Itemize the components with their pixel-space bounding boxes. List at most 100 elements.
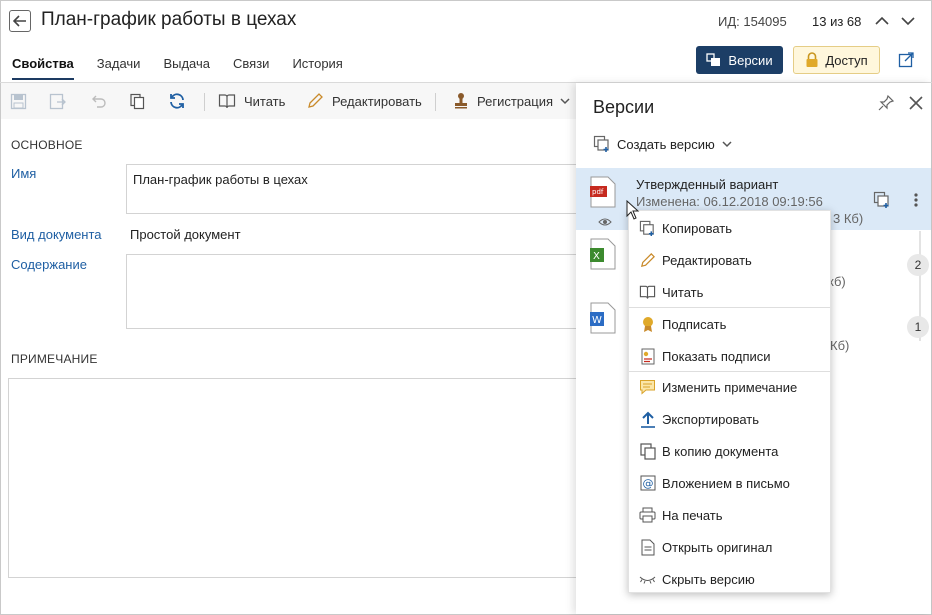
more-vertical-icon[interactable] (913, 192, 919, 208)
pin-icon[interactable] (877, 94, 895, 112)
menu-item-label: Экспортировать (662, 411, 759, 427)
menu-item-show-signatures[interactable]: Показать подписи (629, 341, 830, 371)
name-field[interactable]: План-график работы в цехах (126, 164, 586, 214)
refresh-button[interactable] (168, 92, 186, 110)
menu-item-open-original[interactable]: Открыть оригинал (629, 532, 830, 562)
tab-history[interactable]: История (292, 56, 342, 80)
comment-icon (640, 380, 655, 395)
svg-text:W: W (592, 315, 602, 326)
edit-button-label: Редактировать (332, 93, 422, 109)
section-main-heading: ОСНОВНОЕ (11, 138, 83, 152)
pdf-file-icon: pdf (590, 176, 616, 208)
copy-plus-icon (593, 135, 609, 152)
menu-item-label: Редактировать (662, 252, 752, 268)
versions-button[interactable]: Версии (696, 46, 783, 74)
menu-separator (629, 307, 830, 308)
undo-button[interactable] (90, 92, 107, 110)
register-dropdown[interactable]: Регистрация (453, 92, 570, 110)
copy-doc-icon (639, 442, 656, 460)
menu-item-copy[interactable]: Копировать (629, 213, 830, 243)
version-date: Изменена: 06.12.2018 09:19:56 (636, 194, 823, 209)
register-dropdown-label: Регистрация (477, 93, 553, 109)
back-button[interactable] (9, 10, 31, 32)
access-button-label: Доступ (825, 52, 868, 68)
menu-item-hide-version[interactable]: Скрыть версию (629, 564, 830, 594)
menu-item-export[interactable]: Экспортировать (629, 404, 830, 434)
close-icon[interactable] (907, 94, 925, 112)
versions-icon (706, 53, 721, 66)
seal-icon (642, 316, 653, 332)
section-note-heading: ПРИМЕЧАНИЕ (11, 352, 98, 366)
hide-eye-icon (639, 576, 656, 584)
doctype-label: Вид документа (11, 227, 102, 242)
word-file-icon: W (590, 302, 616, 334)
tab-properties[interactable]: Свойства (12, 56, 74, 80)
document-icon (641, 539, 654, 555)
name-label: Имя (11, 166, 37, 181)
open-external-icon[interactable] (898, 51, 915, 68)
version-number-badge: 1 (907, 316, 929, 338)
pencil-icon (640, 252, 655, 267)
menu-item-read[interactable]: Читать (629, 277, 830, 307)
read-button-label: Читать (244, 93, 286, 109)
menu-item-label: Копировать (662, 220, 732, 236)
chevron-down-icon (560, 98, 570, 105)
menu-item-label: Читать (662, 284, 704, 300)
svg-text:pdf: pdf (592, 188, 604, 196)
copy-plus-icon[interactable] (873, 191, 891, 209)
menu-item-to-doc-copy[interactable]: В копию документа (629, 436, 830, 466)
menu-item-label: Изменить примечание (662, 379, 798, 395)
tab-issue[interactable]: Выдача (163, 56, 210, 80)
version-name: Утвержденный вариант (636, 177, 779, 192)
menu-item-edit[interactable]: Редактировать (629, 245, 830, 275)
chevron-down-icon[interactable] (899, 12, 917, 30)
menu-item-attach-email[interactable]: @ Вложением в письмо (629, 468, 830, 498)
copy-button[interactable] (129, 92, 146, 110)
undo-icon (92, 95, 106, 108)
copy-plus-icon (639, 220, 654, 236)
menu-item-label: Показать подписи (662, 348, 771, 364)
svg-text:X: X (593, 251, 600, 262)
read-button[interactable]: Читать (218, 92, 285, 110)
edit-button[interactable]: Редактировать (306, 92, 422, 110)
chevron-down-icon (722, 141, 732, 148)
book-icon (218, 94, 236, 109)
menu-item-label: Открыть оригинал (662, 539, 773, 555)
note-field[interactable] (8, 378, 588, 578)
pencil-icon (308, 93, 323, 108)
menu-item-sign[interactable]: Подписать (629, 309, 830, 339)
book-icon (639, 285, 656, 299)
eye-icon[interactable] (598, 217, 612, 227)
create-version-button[interactable]: Создать версию (593, 135, 732, 153)
signatures-icon (641, 348, 654, 364)
refresh-icon (170, 93, 184, 109)
create-version-label: Создать версию (617, 136, 715, 152)
menu-item-label: Подписать (662, 316, 727, 332)
access-button[interactable]: Доступ (793, 46, 880, 74)
stamp-icon (455, 93, 467, 109)
save-and-close-button[interactable] (49, 92, 66, 110)
tab-bar: Свойства Задачи Выдача Связи История (12, 56, 366, 80)
menu-item-label: В копию документа (662, 443, 779, 459)
menu-item-label: Скрыть версию (662, 571, 755, 587)
version-context-menu: Копировать Редактировать Читать Подписат… (628, 210, 831, 593)
save-button[interactable] (10, 92, 27, 110)
tab-links[interactable]: Связи (233, 56, 269, 80)
content-field[interactable] (126, 254, 586, 329)
record-position: 13 из 68 (812, 14, 862, 29)
chevron-up-icon[interactable] (873, 12, 891, 30)
lock-icon (806, 52, 818, 67)
copy-icon (130, 93, 145, 109)
menu-item-edit-note[interactable]: Изменить примечание (629, 372, 830, 402)
arrow-left-icon (13, 15, 26, 27)
printer-icon (639, 507, 656, 523)
save-close-icon (49, 93, 66, 109)
version-size: Кб) (830, 338, 850, 353)
menu-item-print[interactable]: На печать (629, 500, 830, 530)
toolbar-separator (435, 93, 436, 111)
toolbar: Читать Редактировать Регистрация (1, 83, 576, 119)
versions-panel-title: Версии (593, 97, 655, 117)
doctype-value[interactable]: Простой документ (130, 227, 241, 242)
tab-tasks[interactable]: Задачи (97, 56, 141, 80)
svg-text:@: @ (642, 477, 653, 490)
